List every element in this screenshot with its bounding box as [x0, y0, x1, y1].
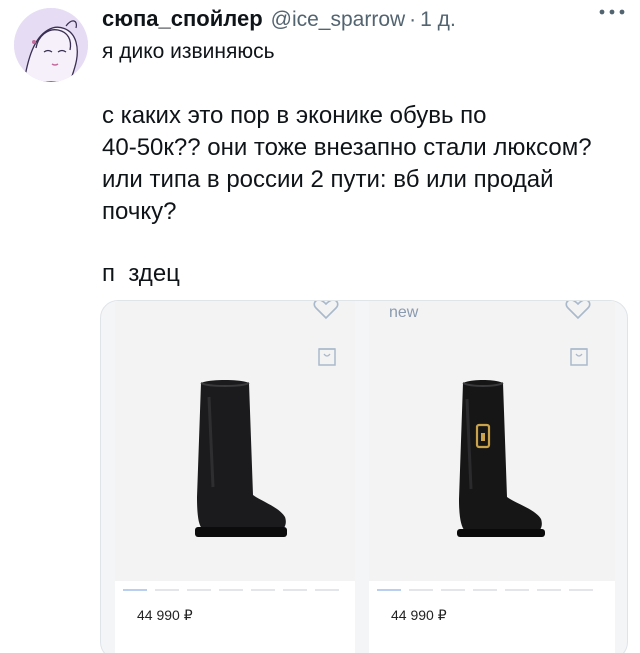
image-pagination[interactable]: [123, 589, 339, 591]
product-price: 44 990 ₽: [391, 607, 447, 623]
avatar-illustration: [14, 8, 88, 82]
image-pagination[interactable]: [377, 589, 593, 591]
tweet-closing: п здец: [102, 260, 180, 287]
bag-icon[interactable]: [569, 345, 589, 367]
tweet-body: с каких это пор в эконике обувь по 40-50…: [102, 100, 632, 228]
tweet-body-line: с каких это пор в эконике обувь по: [102, 102, 487, 129]
display-name[interactable]: сюпа_спойлер: [102, 6, 263, 32]
new-badge: new: [389, 304, 419, 321]
tweet-body-line: почку?: [102, 198, 177, 225]
more-options-icon[interactable]: [598, 2, 626, 28]
tweet-header: сюпа_спойлер @ice_sparrow · 1 д.: [102, 6, 626, 34]
heart-icon[interactable]: [565, 300, 591, 321]
tweet-body-line: или типа в россии 2 пути: вб или продай: [102, 166, 554, 193]
user-handle[interactable]: @ice_sparrow: [271, 8, 406, 32]
tweet-media-image[interactable]: 44 990 ₽ new 44 990 ₽: [100, 300, 628, 653]
boot-image: [457, 380, 545, 537]
tweet-subtitle: я дико извиняюсь: [102, 40, 275, 63]
product-card[interactable]: new 44 990 ₽: [369, 301, 615, 653]
separator-dot: ·: [409, 8, 417, 31]
product-photo: [115, 301, 355, 581]
tweet-timestamp[interactable]: 1 д.: [420, 8, 456, 32]
boot-image: [195, 380, 287, 537]
product-card[interactable]: 44 990 ₽: [115, 301, 355, 653]
bag-icon[interactable]: [317, 345, 337, 367]
heart-icon[interactable]: [313, 300, 339, 321]
avatar[interactable]: [14, 8, 88, 82]
product-price: 44 990 ₽: [137, 607, 193, 623]
tweet-body-line: 40-50к?? они тоже внезапно стали люксом?: [102, 134, 592, 161]
product-photo: new: [369, 301, 615, 581]
